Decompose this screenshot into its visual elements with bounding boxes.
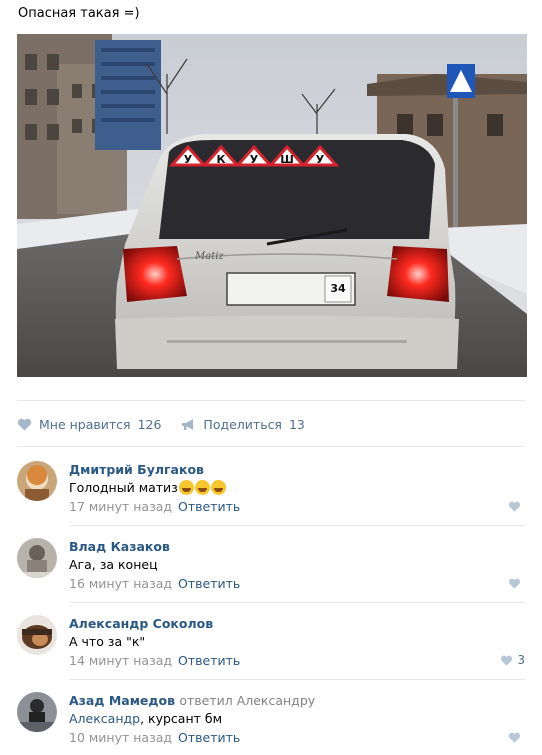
comment: Дмитрий Булгаков Голодный матиз 17 минут…: [17, 461, 525, 516]
comment-time[interactable]: 10 минут назад: [69, 730, 172, 745]
reply-button[interactable]: Ответить: [178, 653, 240, 668]
svg-text:Ш: Ш: [280, 153, 294, 166]
svg-text:У: У: [184, 153, 193, 166]
comment-time[interactable]: 16 минут назад: [69, 576, 172, 591]
comment-author: Азад Мамедов ответил Александру: [69, 692, 525, 709]
comment-meta: 17 минут назад Ответить: [69, 497, 525, 517]
divider: [17, 446, 525, 447]
post-actions: Мне нравится 126 Поделиться 13: [17, 415, 325, 433]
heart-icon: [501, 655, 513, 666]
comment-author[interactable]: Влад Казаков: [69, 538, 525, 555]
divider: [17, 400, 525, 401]
comment-author[interactable]: Дмитрий Булгаков: [69, 461, 525, 478]
svg-text:У: У: [250, 153, 259, 166]
svg-text:Matiz: Matiz: [194, 251, 224, 262]
reply-button[interactable]: Ответить: [178, 576, 240, 591]
avatar[interactable]: [17, 538, 57, 578]
svg-text:К: К: [217, 153, 226, 166]
comment-meta: 14 минут назад Ответить: [69, 651, 525, 671]
comment-text: Ага, за конец: [69, 557, 158, 572]
share-button[interactable]: Поделиться 13: [181, 416, 305, 432]
grinning-emoji-icon: [178, 480, 194, 495]
heart-icon: [508, 578, 521, 589]
heart-icon: [508, 732, 521, 743]
grinning-emoji-icon: [194, 480, 210, 495]
car-photo-illustration: У К У Ш У Matiz 34: [17, 34, 527, 377]
divider: [69, 602, 525, 603]
comment-time[interactable]: 14 минут назад: [69, 653, 172, 668]
post-photo[interactable]: У К У Ш У Matiz 34: [17, 34, 527, 377]
share-count: 13: [288, 416, 305, 432]
megaphone-icon: [182, 418, 194, 430]
reply-note[interactable]: ответил Александру: [179, 693, 315, 708]
comment-like-button[interactable]: 3: [500, 653, 525, 667]
avatar[interactable]: [17, 461, 57, 501]
avatar-image: [17, 692, 57, 732]
svg-text:34: 34: [330, 282, 346, 295]
share-label: Поделиться: [203, 416, 282, 432]
heart-icon: [17, 418, 32, 430]
avatar-image: [17, 461, 57, 501]
comment: Влад Казаков Ага, за конец 16 минут наза…: [17, 538, 525, 593]
post-text: Опасная такая =): [18, 6, 140, 21]
comment-like-button[interactable]: [508, 732, 525, 743]
comment: Александр Соколов А что за "к" 14 минут …: [17, 615, 525, 670]
comment-text: А что за "к": [69, 634, 146, 649]
heart-icon: [508, 501, 521, 512]
avatar[interactable]: [17, 692, 57, 732]
like-button[interactable]: Мне нравится 126: [17, 417, 161, 432]
divider: [69, 679, 525, 680]
grinning-emoji-icon: [210, 480, 226, 495]
comment-text: Голодный матиз: [69, 478, 525, 497]
reply-button[interactable]: Ответить: [178, 730, 240, 745]
comment-author[interactable]: Александр Соколов: [69, 615, 525, 632]
comment-time[interactable]: 17 минут назад: [69, 499, 172, 514]
author-link[interactable]: Азад Мамедов: [69, 693, 175, 708]
comment-text: Александр, курсант бм: [69, 711, 223, 726]
comment-meta: 10 минут назад Ответить: [69, 728, 525, 748]
like-count: 126: [137, 416, 162, 432]
svg-text:У: У: [316, 153, 325, 166]
avatar-image: [17, 538, 57, 578]
comment-like-count: 3: [517, 653, 525, 667]
comment-meta: 16 минут назад Ответить: [69, 574, 525, 594]
avatar[interactable]: [17, 615, 57, 655]
mention-link[interactable]: Александр: [69, 711, 140, 726]
comment: Азад Мамедов ответил Александру Александ…: [17, 692, 525, 747]
comment-like-button[interactable]: [508, 578, 525, 589]
comment-like-button[interactable]: [508, 501, 525, 512]
divider: [69, 525, 525, 526]
reply-button[interactable]: Ответить: [178, 499, 240, 514]
like-label: Мне нравится: [39, 416, 131, 432]
avatar-image: [17, 615, 57, 655]
